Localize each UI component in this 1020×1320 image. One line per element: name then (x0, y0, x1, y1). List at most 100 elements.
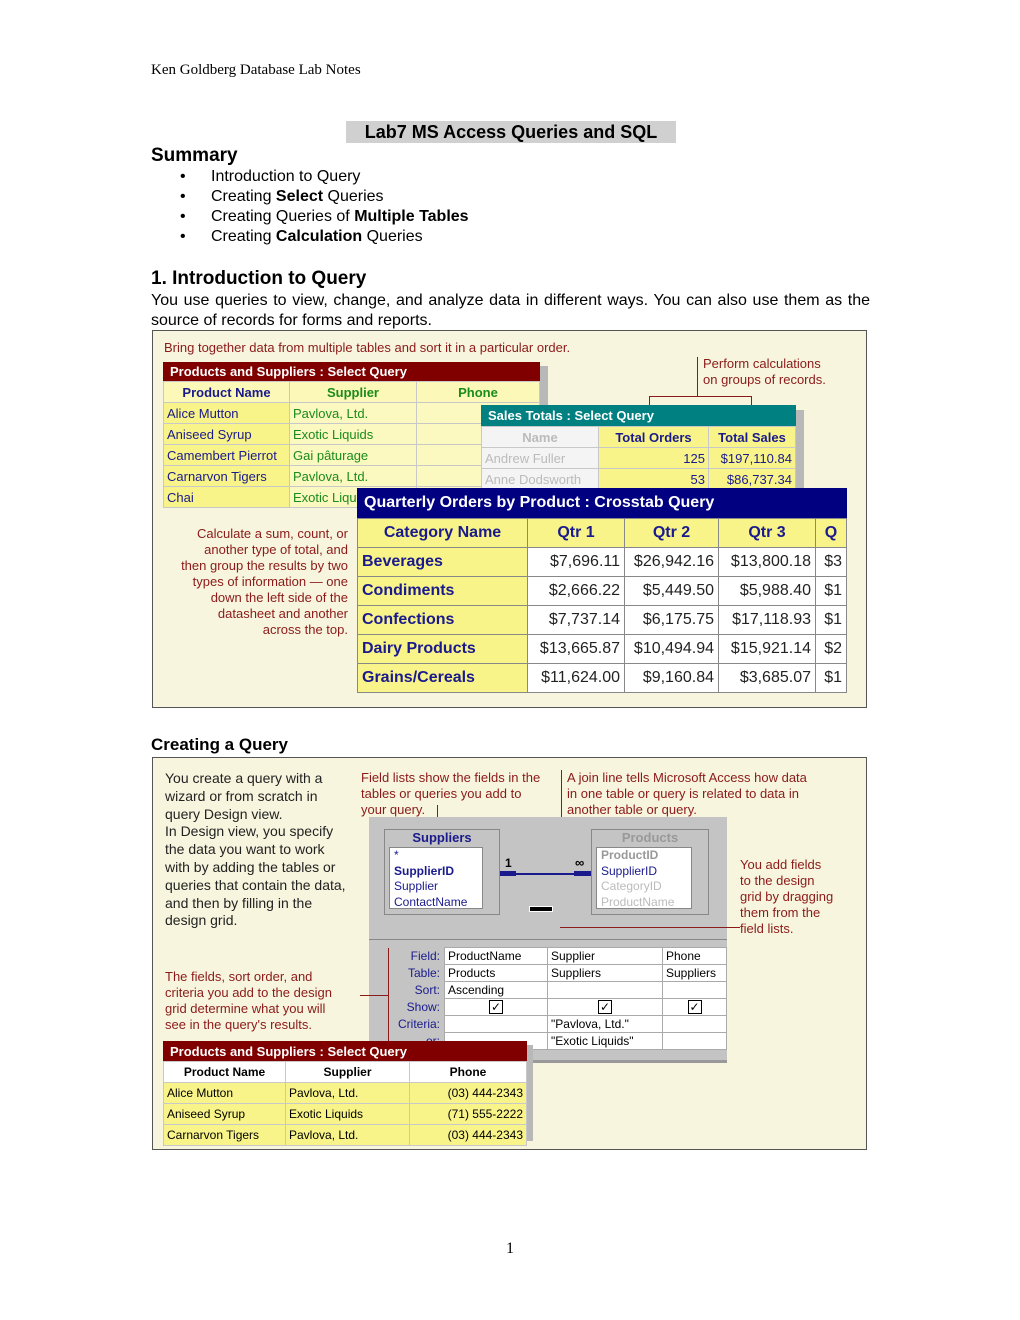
grid-row: ✓ ✓ ✓ (444, 998, 727, 1016)
caption-top: Bring together data from multiple tables… (164, 340, 571, 355)
show-checkbox[interactable]: ✓ (662, 998, 727, 1016)
table-cell: Grains/Cereals (357, 663, 528, 693)
products-field-list[interactable]: Products ProductID SupplierID CategoryID Pr… (591, 829, 709, 915)
table-row: Beverages $7,696.11 $26,942.16 $13,800.18 $3 (357, 547, 847, 577)
text-line: to the design (740, 873, 815, 888)
grid-cell[interactable] (662, 981, 727, 999)
field-list-title: Suppliers (412, 830, 472, 845)
table-row: Confections $7,737.14 $6,175.75 $17,118.93 $… (357, 605, 847, 635)
suppliers-field-list[interactable]: Suppliers * SupplierID Supplier ContactName (384, 829, 500, 915)
text-line: criteria you add to the design (165, 985, 332, 1000)
grid-cell[interactable] (444, 1015, 548, 1033)
item-text: Queries (362, 228, 423, 245)
table-cell: $13,665.87 (527, 634, 625, 664)
summary-item: Introduction to Query (211, 168, 360, 186)
crosstab-table: Category Name Qtr 1 Qtr 2 Qtr 3Q Beverages $… (357, 518, 847, 693)
field-item[interactable]: * (394, 848, 482, 864)
field-item[interactable]: ProductName (601, 895, 691, 911)
table-cell: Condiments (357, 576, 528, 606)
item-bold: Multiple Tables (354, 208, 469, 225)
field-item[interactable]: ProductID (601, 848, 691, 864)
field-item[interactable]: ContactName (394, 895, 482, 911)
grid-label: Sort: (414, 983, 440, 997)
grid-cell[interactable]: Suppliers (547, 964, 663, 982)
grid-row: Products Suppliers Suppliers (444, 964, 727, 982)
join-one-label: 1 (505, 856, 512, 870)
table-cell: Dairy Products (357, 634, 528, 664)
table-cell: 125 (598, 447, 709, 469)
table-cell: $1 (815, 576, 847, 606)
running-header: Ken Goldberg Database Lab Notes (151, 62, 361, 78)
grid-cell[interactable] (547, 981, 663, 999)
summary-heading: Summary (151, 145, 238, 166)
table-cell: Pavlova, Ltd. (289, 465, 417, 487)
text-line: them from the (740, 905, 821, 920)
caption-add-fields: You add fields to the design grid by dragg… (740, 857, 833, 937)
field-item[interactable]: Supplier (394, 879, 482, 895)
table-cell: $7,696.11 (527, 547, 625, 577)
field-item[interactable]: SupplierID (601, 864, 691, 880)
caption-join: A join line tells Microsoft Access how d… (567, 770, 807, 818)
grid-cell[interactable]: "Pavlova, Ltd." (547, 1015, 663, 1033)
intro-paragraph: You use queries to view, change, and ana… (151, 292, 870, 329)
item-text: Queries (323, 188, 384, 205)
summary-item: Creating Calculation Queries (211, 228, 423, 246)
summary-item: Creating Select Queries (211, 188, 384, 206)
text-line: grid by dragging (740, 889, 834, 904)
table-cell: Pavlova, Ltd. (289, 402, 417, 424)
text-line: Field lists show the fields in the (361, 770, 541, 785)
table-row: Grains/Cereals $11,624.00 $9,160.84 $3,685.… (357, 663, 847, 693)
field-item[interactable]: CategoryID (601, 879, 691, 895)
table-cell: (03) 444-2343 (409, 1082, 527, 1104)
text-line: wizard or from scratch in (165, 787, 318, 804)
grid-cell[interactable]: ProductName (444, 947, 548, 965)
grid-cell[interactable]: Products (444, 964, 548, 982)
text-line: with by adding the tables or (165, 858, 336, 875)
table-cell: Alice Mutton (163, 1082, 286, 1104)
section-heading: 1. Introduction to Query (151, 268, 367, 289)
bullet: • (180, 228, 186, 245)
text-line: another table or query. (567, 802, 697, 817)
table-cell: $7,737.14 (527, 605, 625, 635)
table-cell: $9,160.84 (624, 663, 719, 693)
table-cell: Andrew Fuller (481, 447, 599, 469)
table-row: Aniseed Syrup Exotic Liquids (71) 555-2222 (163, 1103, 527, 1125)
text-line: Calculate a sum, count, or (196, 526, 348, 541)
text-line: You create a query with a (165, 770, 323, 786)
text-line: then group the results by two (181, 558, 348, 573)
grid-cell[interactable] (662, 1015, 727, 1033)
grid-cell[interactable]: Phone (662, 947, 727, 965)
item-text: Creating Queries of (211, 208, 355, 225)
grid-cell[interactable] (662, 1032, 727, 1050)
text-line: another type of total, and (204, 542, 348, 557)
table-cell: Confections (357, 605, 528, 635)
design-grid[interactable]: ProductName Supplier Phone Products Supplier… (444, 947, 727, 1050)
result-titlebar: Products and Suppliers : Select Query (163, 1041, 527, 1061)
text-line: queries that contain the data, (165, 876, 346, 893)
text-line: down the left side of the (210, 590, 348, 605)
join-many-label: ∞ (575, 855, 585, 870)
table-cell: $1 (815, 605, 847, 635)
grid-cell[interactable]: Ascending (444, 981, 548, 999)
show-checkbox[interactable]: ✓ (444, 998, 548, 1016)
drag-field-icon (529, 906, 553, 912)
text-line: tables or queries you add to (361, 786, 522, 801)
grid-cell[interactable]: Suppliers (662, 964, 727, 982)
text-line: types of information — one (192, 574, 348, 589)
caption-calc: Perform calculations on groups of records… (703, 356, 826, 387)
text-line: across the top. (262, 622, 348, 637)
table-cell: Gai pâturage (289, 444, 417, 466)
text-line: your query. (361, 802, 426, 817)
text-line: and then by filling in the (165, 894, 313, 911)
grid-cell[interactable]: "Exotic Liquids" (547, 1032, 663, 1050)
grid-row-labels: Field:Table:Sort:Show:Criteria:or: (390, 948, 440, 1050)
table-cell: $197,110.84 (708, 447, 796, 469)
show-checkbox[interactable]: ✓ (547, 998, 663, 1016)
table-cell: $6,175.75 (624, 605, 719, 635)
field-item[interactable]: SupplierID (394, 864, 482, 880)
table-cell: Category Name (357, 518, 528, 548)
table-cell: $86,737.34 (708, 468, 796, 490)
table-cell: $5,988.40 (718, 576, 816, 606)
grid-cell[interactable]: Supplier (547, 947, 663, 965)
section-heading: Creating a Query (151, 735, 288, 754)
